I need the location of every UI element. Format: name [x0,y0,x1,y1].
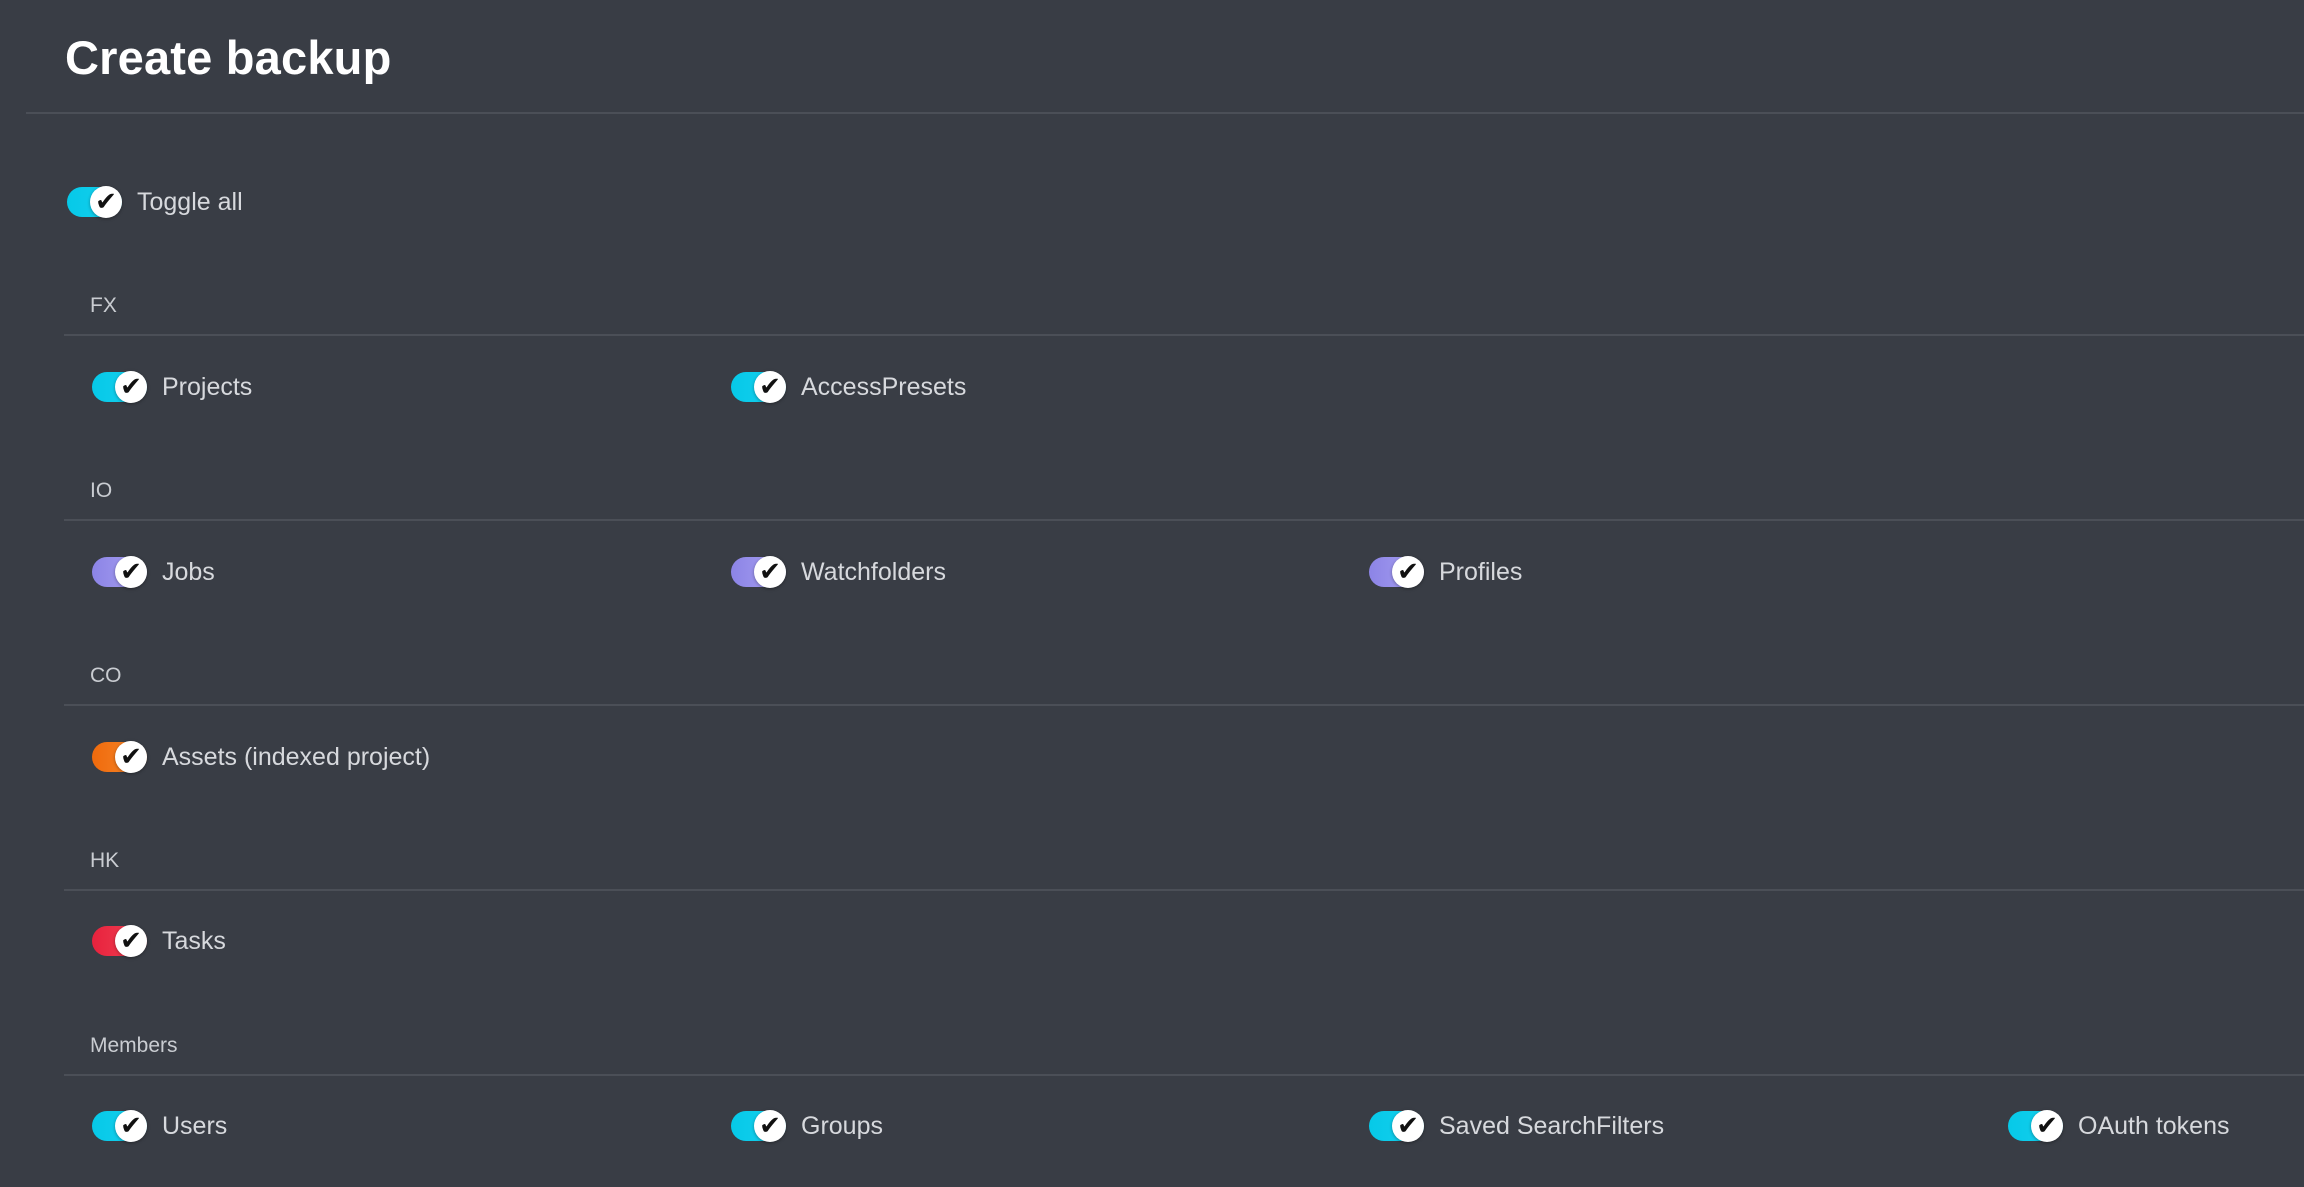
toggle-all-switch[interactable]: ✔ [67,186,122,218]
toggle-item-groups[interactable]: ✔ Groups [731,1106,883,1146]
section-header-members: Members [64,1026,2304,1076]
toggle-item-accesspresets[interactable]: ✔ AccessPresets [731,367,966,407]
toggle-label[interactable]: Assets (indexed project) [162,743,430,772]
check-icon: ✔ [95,187,117,217]
check-icon: ✔ [1397,1111,1419,1141]
toggle-thumb: ✔ [90,186,122,218]
toggle-label[interactable]: Jobs [162,558,215,587]
toggle-thumb: ✔ [115,556,147,588]
toggle-thumb: ✔ [754,1110,786,1142]
toggle-thumb: ✔ [754,371,786,403]
jobs-switch[interactable]: ✔ [92,556,147,588]
toggle-label[interactable]: Saved SearchFilters [1439,1112,1664,1141]
section-title: Members [90,1034,178,1057]
toggle-all-row[interactable]: ✔ Toggle all [67,182,243,222]
toggle-label[interactable]: Projects [162,373,252,402]
check-icon: ✔ [759,1111,781,1141]
section-title: HK [90,849,120,872]
assets-switch[interactable]: ✔ [92,741,147,773]
saved-searchfilters-switch[interactable]: ✔ [1369,1110,1424,1142]
check-icon: ✔ [120,557,142,587]
section-title: IO [90,479,113,502]
toggle-thumb: ✔ [115,1110,147,1142]
toggle-thumb: ✔ [2031,1110,2063,1142]
toggle-item-profiles[interactable]: ✔ Profiles [1369,552,1522,592]
check-icon: ✔ [759,557,781,587]
section-title: CO [90,664,122,687]
check-icon: ✔ [759,372,781,402]
toggle-thumb: ✔ [1392,1110,1424,1142]
check-icon: ✔ [120,1111,142,1141]
check-icon: ✔ [1397,557,1419,587]
oauth-tokens-switch[interactable]: ✔ [2008,1110,2063,1142]
check-icon: ✔ [120,742,142,772]
toggle-item-projects[interactable]: ✔ Projects [92,367,252,407]
accesspresets-switch[interactable]: ✔ [731,371,786,403]
toggle-label[interactable]: Users [162,1112,227,1141]
toggle-item-saved-searchfilters[interactable]: ✔ Saved SearchFilters [1369,1106,1664,1146]
toggle-item-watchfolders[interactable]: ✔ Watchfolders [731,552,946,592]
check-icon: ✔ [120,372,142,402]
toggle-all-label[interactable]: Toggle all [137,188,243,217]
profiles-switch[interactable]: ✔ [1369,556,1424,588]
toggle-thumb: ✔ [115,371,147,403]
section-header-fx: FX [64,286,2304,336]
check-icon: ✔ [120,926,142,956]
toggle-thumb: ✔ [1392,556,1424,588]
section-header-io: IO [64,471,2304,521]
toggle-item-assets[interactable]: ✔ Assets (indexed project) [92,737,430,777]
toggle-item-jobs[interactable]: ✔ Jobs [92,552,215,592]
page-header: Create backup [26,0,2304,114]
toggle-item-oauth-tokens[interactable]: ✔ OAuth tokens [2008,1106,2229,1146]
toggle-label[interactable]: Groups [801,1112,883,1141]
projects-switch[interactable]: ✔ [92,371,147,403]
groups-switch[interactable]: ✔ [731,1110,786,1142]
toggle-thumb: ✔ [115,925,147,957]
section-header-co: CO [64,656,2304,706]
toggle-label[interactable]: Profiles [1439,558,1522,587]
check-icon: ✔ [2036,1111,2058,1141]
tasks-switch[interactable]: ✔ [92,925,147,957]
toggle-label[interactable]: AccessPresets [801,373,966,402]
toggle-label[interactable]: Tasks [162,927,226,956]
toggle-label[interactable]: Watchfolders [801,558,946,587]
page-title: Create backup [65,31,392,84]
section-header-hk: HK [64,841,2304,891]
toggle-thumb: ✔ [754,556,786,588]
section-title: FX [90,294,117,317]
toggle-label[interactable]: OAuth tokens [2078,1112,2229,1141]
toggle-item-tasks[interactable]: ✔ Tasks [92,921,226,961]
toggle-thumb: ✔ [115,741,147,773]
watchfolders-switch[interactable]: ✔ [731,556,786,588]
users-switch[interactable]: ✔ [92,1110,147,1142]
toggle-item-users[interactable]: ✔ Users [92,1106,227,1146]
